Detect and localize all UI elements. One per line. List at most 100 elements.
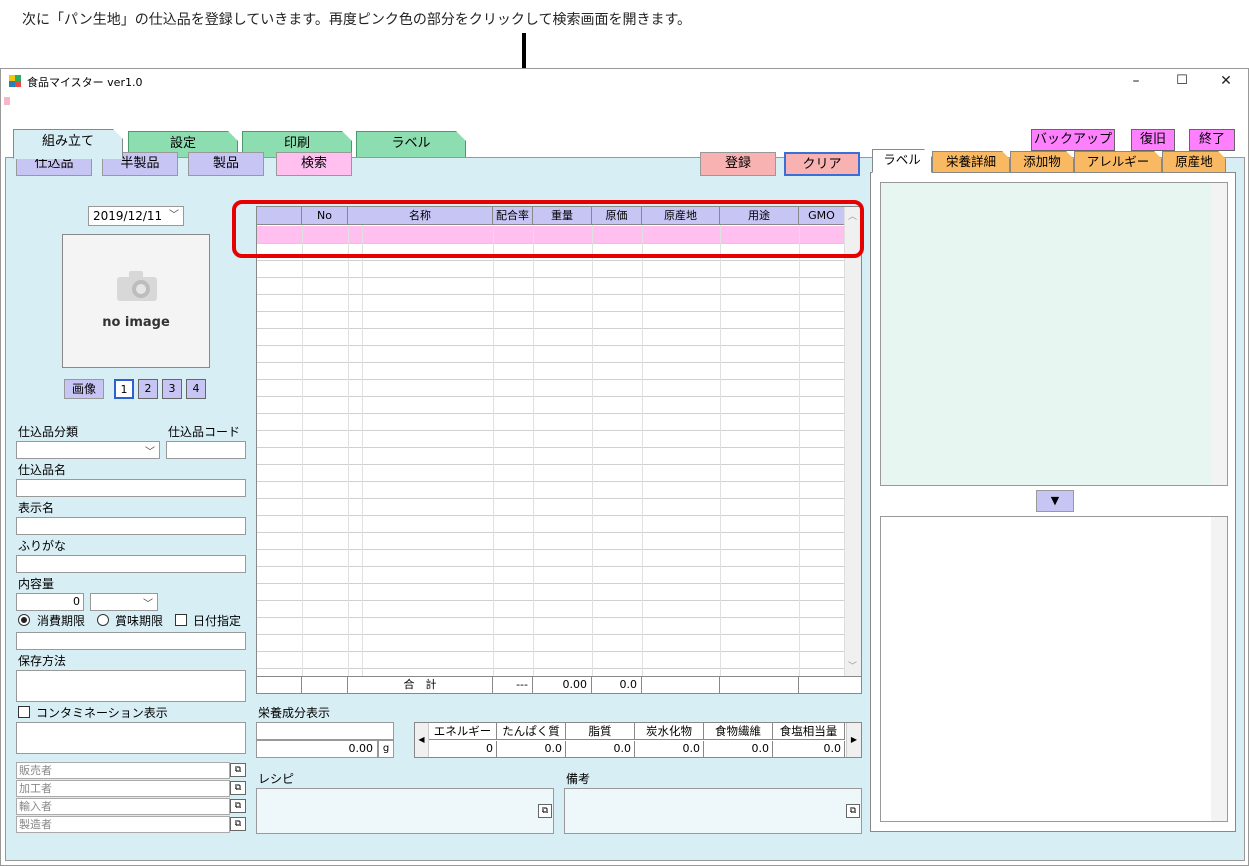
grid-row-line xyxy=(257,651,845,652)
nutr-header-energy: エネルギー xyxy=(429,723,497,740)
register-button[interactable]: 登録 xyxy=(700,152,776,176)
nutr-header-salt: 食塩相当量 xyxy=(773,723,845,740)
name-input[interactable] xyxy=(16,479,246,497)
seller-lookup-icon[interactable]: ⧉ xyxy=(230,763,246,777)
grid-vertical-scrollbar[interactable]: ︿ ﹀ xyxy=(844,207,861,677)
content-amount-input[interactable]: 0 xyxy=(16,593,84,611)
date-specify-checkbox[interactable] xyxy=(175,614,187,626)
ingredient-grid: No 名称 配合率 重量 原価 原産地 用途 GMO ︿ ﹀ 合 計 --- 0… xyxy=(256,206,862,694)
nutr-value-fat: 0.0 xyxy=(566,741,635,758)
clear-button[interactable]: クリア xyxy=(784,152,860,176)
title-bar: 食品マイスター ver1.0 – ☐ ✕ xyxy=(1,69,1248,93)
backup-button[interactable]: バックアップ xyxy=(1031,129,1115,151)
processor-field[interactable]: 加工者 xyxy=(16,780,230,797)
importer-lookup-icon[interactable]: ⧉ xyxy=(230,799,246,813)
grid-row-line xyxy=(257,294,845,295)
scroll-down-icon[interactable]: ﹀ xyxy=(848,659,857,672)
right-tab-allergy[interactable]: アレルギー xyxy=(1074,151,1162,173)
contamination-label: コンタミネーション表示 xyxy=(36,706,168,720)
grid-col-line xyxy=(302,225,303,676)
display-name-label: 表示名 xyxy=(18,501,55,515)
category-select[interactable]: ﹀ xyxy=(16,441,160,459)
grid-row-line xyxy=(257,311,845,312)
seller-field[interactable]: 販売者 xyxy=(16,762,230,779)
total-cost: 0.0 xyxy=(592,677,642,694)
recipe-expand-icon[interactable]: ⧉ xyxy=(538,804,552,818)
pink-marker xyxy=(4,97,10,105)
tab-label[interactable]: ラベル xyxy=(356,131,466,157)
recipe-label: レシピ xyxy=(258,772,295,786)
tab-assembly[interactable]: 組み立て xyxy=(13,129,123,159)
app-icon xyxy=(9,75,21,87)
total-cell-blank xyxy=(302,677,348,694)
grid-row-line xyxy=(257,566,845,567)
right-tab-nutrition-detail[interactable]: 栄養詳細 xyxy=(932,151,1010,173)
name-label: 仕込品名 xyxy=(18,463,67,477)
maximize-button[interactable]: ☐ xyxy=(1159,69,1205,93)
radio-best-before[interactable] xyxy=(97,614,109,626)
image-page-3[interactable]: 3 xyxy=(162,379,182,399)
date-specify-label: 日付指定 xyxy=(193,614,242,628)
seihin-button[interactable]: 製品 xyxy=(188,152,264,176)
notes-expand-icon[interactable]: ⧉ xyxy=(846,804,860,818)
grid-col-line xyxy=(642,225,643,676)
radio-consume[interactable] xyxy=(18,614,30,626)
furigana-input[interactable] xyxy=(16,555,246,573)
storage-input[interactable] xyxy=(16,670,246,702)
total-cell-blank xyxy=(642,677,720,694)
grid-row-line xyxy=(257,668,845,669)
image-page-2[interactable]: 2 xyxy=(138,379,158,399)
contamination-input[interactable] xyxy=(16,722,246,754)
grid-row-line xyxy=(257,260,845,261)
expand-down-button[interactable]: ▼ xyxy=(1036,490,1074,512)
grid-row-line xyxy=(257,396,845,397)
grid-row-line xyxy=(257,515,845,516)
close-button[interactable]: ✕ xyxy=(1203,69,1249,93)
grid-row-line xyxy=(257,464,845,465)
notes-input[interactable] xyxy=(564,788,862,834)
right-tab-origin[interactable]: 原産地 xyxy=(1162,151,1226,173)
right-tab-additives[interactable]: 添加物 xyxy=(1010,151,1074,173)
image-page-1[interactable]: 1 xyxy=(114,379,134,399)
code-input[interactable] xyxy=(166,441,246,459)
maker-lookup-icon[interactable]: ⧉ xyxy=(230,817,246,831)
text-scrollbar[interactable] xyxy=(1211,517,1227,821)
grid-row-line xyxy=(257,328,845,329)
nutrition-basis-input[interactable] xyxy=(256,722,394,740)
maker-field[interactable]: 製造者 xyxy=(16,816,230,833)
expiry-input[interactable] xyxy=(16,632,246,650)
image-button[interactable]: 画像 xyxy=(64,379,104,399)
restore-button[interactable]: 復旧 xyxy=(1131,129,1175,151)
notes-label: 備考 xyxy=(566,772,591,786)
label-text-area[interactable] xyxy=(880,516,1228,822)
search-button[interactable]: 検索 xyxy=(276,152,352,176)
recipe-input[interactable] xyxy=(256,788,554,834)
preview-scrollbar[interactable] xyxy=(1211,183,1227,485)
highlight-box xyxy=(232,200,864,258)
grid-row-line xyxy=(257,532,845,533)
date-picker[interactable]: 2019/12/11 ﹀ xyxy=(88,206,184,226)
grid-col-line xyxy=(533,225,534,676)
nutr-header-fiber: 食物繊維 xyxy=(704,723,773,740)
total-ratio: --- xyxy=(493,677,533,694)
grid-col-line xyxy=(592,225,593,676)
grid-col-line xyxy=(799,225,800,676)
exit-button[interactable]: 終了 xyxy=(1189,129,1235,151)
image-page-4[interactable]: 4 xyxy=(186,379,206,399)
nutr-value-protein: 0.0 xyxy=(497,741,566,758)
nutrition-unit: g xyxy=(378,740,394,758)
chevron-down-icon: ﹀ xyxy=(145,447,155,458)
scroll-right-icon[interactable]: ▶ xyxy=(846,723,861,757)
importer-field[interactable]: 輸入者 xyxy=(16,798,230,815)
display-name-input[interactable] xyxy=(16,517,246,535)
scroll-left-icon[interactable]: ◀ xyxy=(415,723,429,757)
content-unit-select[interactable]: ﹀ xyxy=(90,593,158,611)
right-tab-label[interactable]: ラベル xyxy=(872,149,932,173)
minimize-button[interactable]: – xyxy=(1113,69,1159,93)
grid-col-line xyxy=(348,225,349,676)
nutrition-amount[interactable]: 0.00 xyxy=(256,740,378,758)
processor-lookup-icon[interactable]: ⧉ xyxy=(230,781,246,795)
contamination-checkbox[interactable] xyxy=(18,706,30,718)
grid-row-line xyxy=(257,379,845,380)
grid-row-line xyxy=(257,447,845,448)
